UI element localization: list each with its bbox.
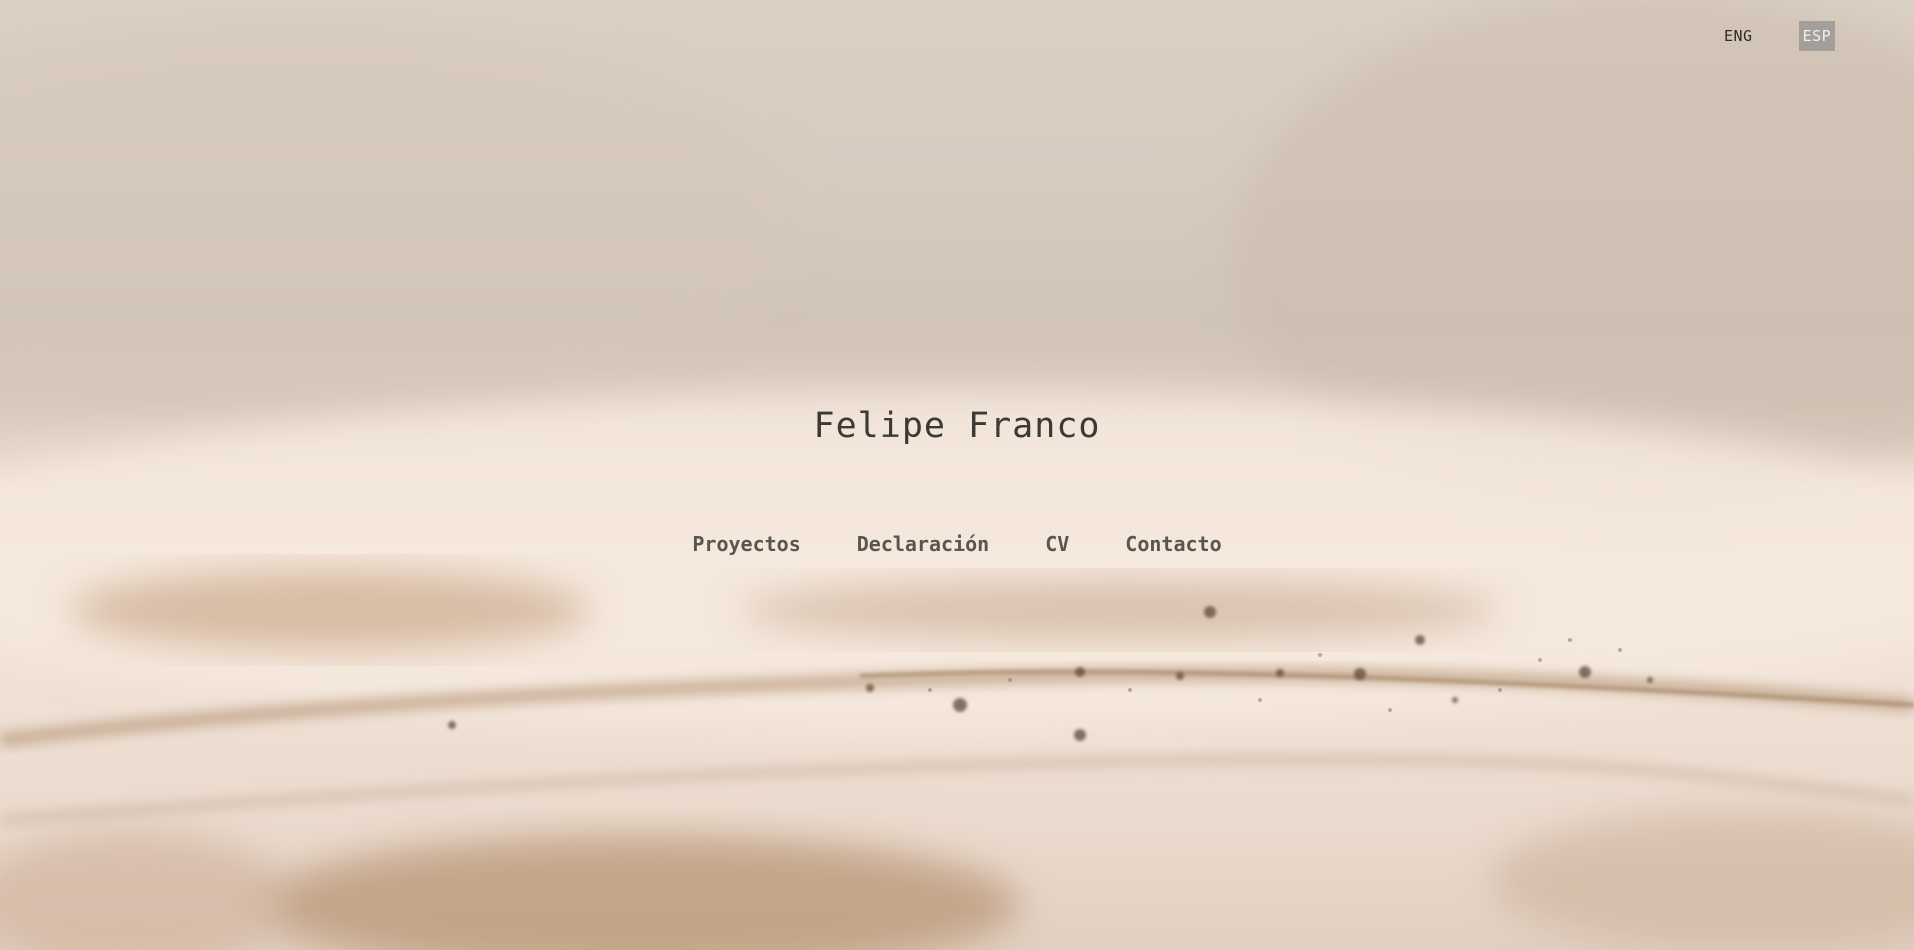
nav-link-contacto[interactable]: Contacto [1125,532,1221,556]
nav-link-cv[interactable]: CV [1045,532,1069,556]
nav-link-declaracion[interactable]: Declaración [857,532,989,556]
hero-background-image [0,0,1914,950]
main-navigation: Proyectos Declaración CV Contacto [0,532,1914,556]
site-title: Felipe Franco [813,406,1101,446]
language-switcher: ENG ESP [1720,21,1836,51]
nav-link-proyectos[interactable]: Proyectos [692,532,800,556]
sand-texture-illustration [0,0,1914,950]
lang-esp-button[interactable]: ESP [1798,21,1836,51]
lang-eng-button[interactable]: ENG [1720,21,1757,51]
